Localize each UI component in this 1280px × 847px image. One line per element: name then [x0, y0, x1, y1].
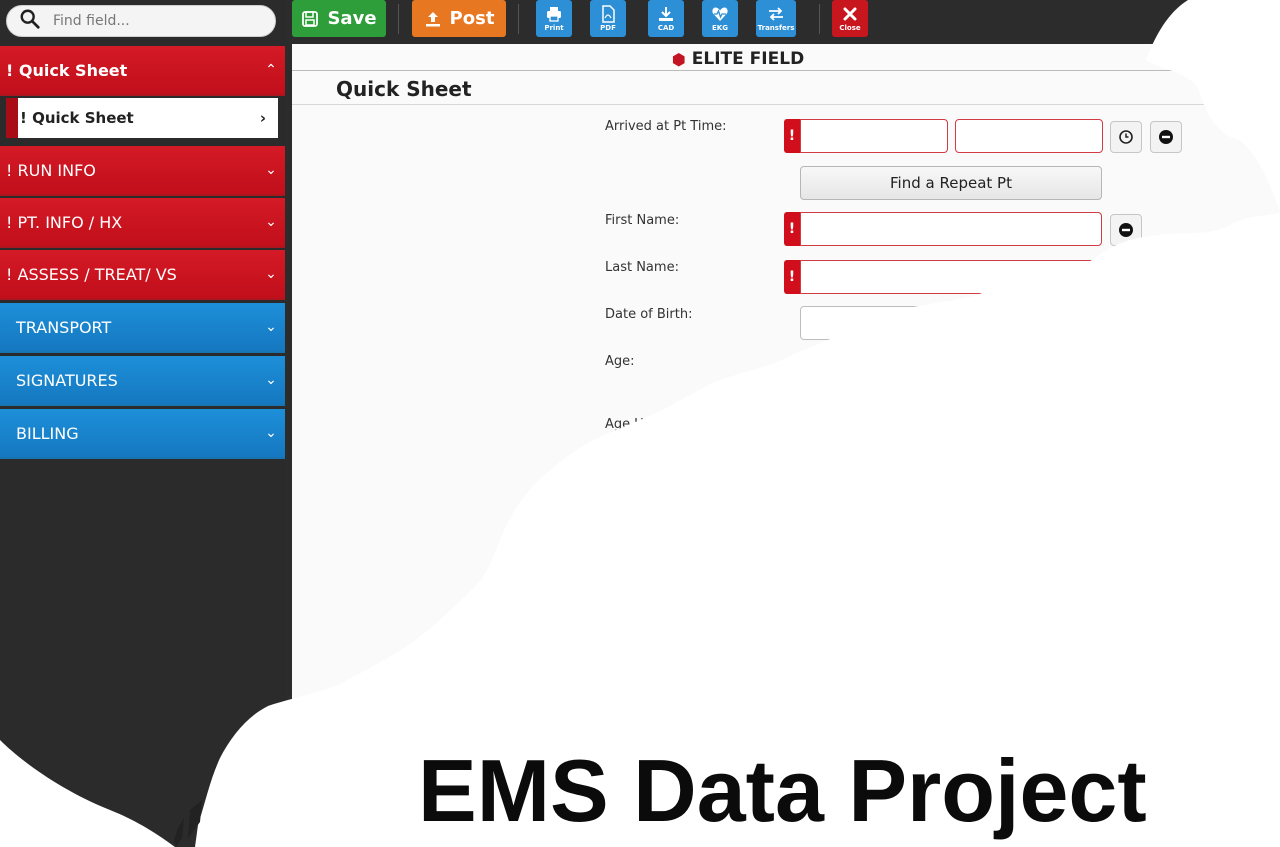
chevron-down-icon: ⌄	[265, 425, 277, 441]
printer-icon	[547, 7, 561, 22]
clear-arrived-button[interactable]	[1150, 121, 1182, 153]
transfers-label: Transfers	[757, 24, 795, 32]
heartbeat-icon	[712, 7, 728, 22]
required-marker: !	[784, 119, 800, 153]
toolbar-divider	[518, 4, 519, 34]
logo-icon: ⬢	[671, 49, 686, 69]
pdf-icon	[602, 5, 615, 23]
dob-label: Date of Birth:	[605, 307, 693, 322]
sidebar-section-run-info[interactable]: ! RUN INFO ⌄	[0, 146, 285, 196]
search-input[interactable]	[51, 12, 255, 30]
print-button[interactable]: Print	[536, 0, 572, 37]
cad-label: CAD	[657, 24, 675, 32]
first-name-label: First Name:	[605, 213, 680, 228]
sidebar-section-label: ! Quick Sheet	[6, 60, 128, 80]
brand-header: ⬢ ELITE FIELD	[292, 48, 1184, 71]
sidebar-section-assess-treat[interactable]: ! ASSESS / TREAT/ VS ⌄	[0, 250, 285, 300]
sidebar-item-quick-sheet[interactable]: ! Quick Sheet ›	[6, 98, 278, 138]
clear-first-name-button[interactable]	[1110, 214, 1142, 246]
clock-icon	[1119, 130, 1133, 144]
close-label: Close	[839, 24, 861, 32]
find-repeat-patient-button[interactable]: Find a Repeat Pt	[800, 166, 1102, 200]
headline: EMS Data Project	[418, 741, 1147, 840]
chevron-down-icon: ⌄	[265, 266, 277, 282]
chevron-right-icon: ›	[259, 109, 267, 127]
chevron-down-icon: ⌄	[265, 319, 277, 335]
transfers-button[interactable]: Transfers	[756, 0, 796, 37]
last-name-input[interactable]	[800, 260, 1102, 294]
download-icon	[659, 7, 673, 21]
arrived-time-input[interactable]	[955, 119, 1103, 153]
arrived-time-label: Arrived at Pt Time:	[605, 119, 727, 134]
save-button[interactable]: Save	[292, 0, 386, 37]
chevron-down-icon: ⌄	[265, 162, 277, 178]
brand-name: ELITE FIELD	[691, 49, 805, 69]
chevron-down-icon: ⌄	[265, 214, 277, 230]
page-title: Quick Sheet	[336, 77, 472, 101]
save-icon	[302, 10, 319, 27]
first-name-input[interactable]	[800, 212, 1102, 246]
minus-circle-icon	[1159, 130, 1173, 144]
transfer-arrows-icon	[769, 7, 783, 21]
toolbar-divider	[819, 4, 820, 34]
title-divider	[292, 104, 1280, 105]
post-button[interactable]: Post	[412, 0, 506, 37]
sidebar-section-label: SIGNATURES	[16, 370, 118, 390]
age-label: Age:	[605, 354, 635, 369]
ekg-button[interactable]: EKG	[702, 0, 738, 37]
sidebar-section-billing[interactable]: BILLING ⌄	[0, 409, 285, 459]
pdf-button[interactable]: PDF	[590, 0, 626, 37]
sidebar-item-label: ! Quick Sheet	[20, 109, 134, 127]
arrived-date-input[interactable]	[800, 119, 948, 153]
cad-button[interactable]: CAD	[648, 0, 684, 37]
post-label: Post	[449, 8, 495, 29]
sidebar-section-label: ! PT. INFO / HX	[6, 212, 123, 232]
sidebar: ! Quick Sheet ⌃ ! Quick Sheet › ! RUN IN…	[0, 0, 286, 847]
search-box[interactable]	[6, 5, 276, 37]
sidebar-section-label: ! ASSESS / TREAT/ VS	[6, 264, 177, 284]
ems-app: ! Quick Sheet ⌃ ! Quick Sheet › ! RUN IN…	[0, 0, 1280, 847]
sidebar-section-signatures[interactable]: SIGNATURES ⌄	[0, 356, 285, 406]
required-marker: !	[784, 212, 800, 246]
save-label: Save	[327, 8, 377, 29]
sidebar-section-quick-sheet[interactable]: ! Quick Sheet ⌃	[0, 46, 285, 96]
print-label: Print	[544, 24, 564, 32]
sidebar-section-label: BILLING	[16, 423, 79, 443]
search-icon	[19, 8, 41, 34]
sidebar-section-label: ! RUN INFO	[6, 160, 96, 180]
clock-button[interactable]	[1110, 121, 1142, 153]
dob-input[interactable]	[800, 306, 1102, 340]
toolbar-divider	[398, 4, 399, 34]
main-panel: ⬢ ELITE FIELD Quick Sheet Arrived at Pt …	[292, 44, 1280, 744]
sidebar-section-label: TRANSPORT	[16, 317, 112, 337]
last-name-label: Last Name:	[605, 260, 679, 275]
chevron-down-icon: ⌄	[265, 372, 277, 388]
sidebar-section-pt-info[interactable]: ! PT. INFO / HX ⌄	[0, 198, 285, 248]
sidebar-section-transport[interactable]: TRANSPORT ⌄	[0, 303, 285, 353]
close-button[interactable]: Close	[832, 0, 868, 37]
minus-circle-icon	[1119, 223, 1133, 237]
pdf-label: PDF	[600, 24, 616, 32]
toolbar: Save Post Print PDF CAD EKG Transfers Cl…	[286, 0, 1280, 43]
chevron-up-icon: ⌃	[265, 62, 277, 78]
close-icon	[843, 7, 857, 21]
age-units-label: Age U	[605, 417, 644, 432]
upload-icon	[425, 11, 440, 26]
required-marker: !	[784, 260, 800, 294]
ekg-label: EKG	[712, 24, 728, 32]
